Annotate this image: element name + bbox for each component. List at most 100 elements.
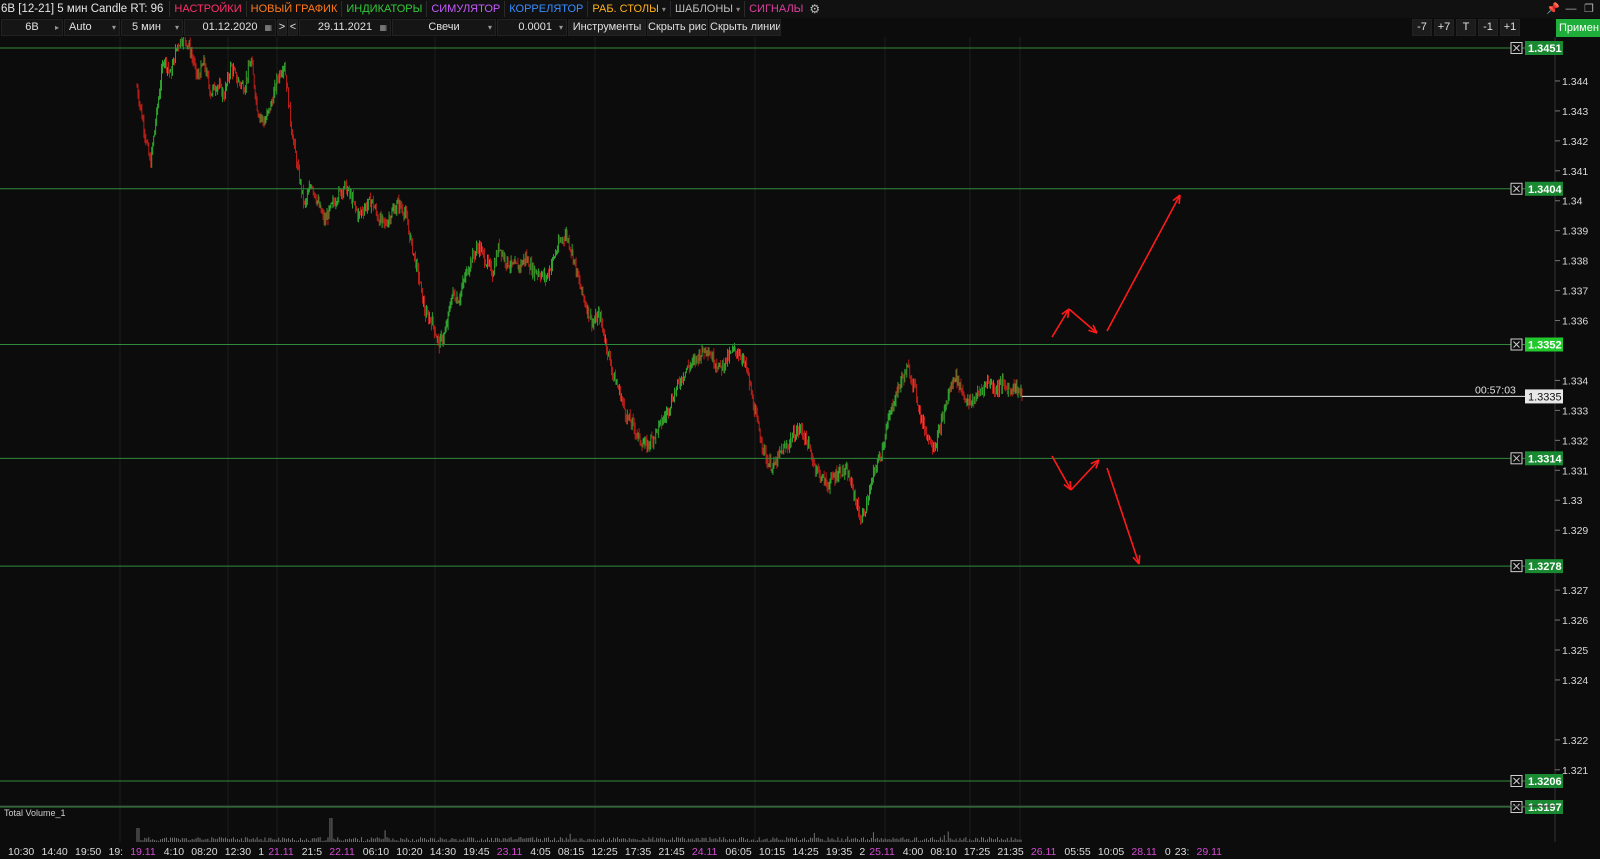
current-price-label: 1.3335 bbox=[1528, 391, 1562, 403]
time-axis-label: 05:55 bbox=[1064, 846, 1090, 858]
chevron-down-icon: ▾ bbox=[558, 23, 563, 32]
minimize-icon[interactable]: — bbox=[1562, 0, 1580, 18]
price-tick-label: 1.321 bbox=[1562, 765, 1588, 777]
time-axis-label: 1 bbox=[258, 846, 264, 858]
zoom-minus1-button[interactable]: -1 bbox=[1478, 19, 1498, 36]
time-axis-label: 12:25 bbox=[591, 846, 617, 858]
time-axis-label: 21:35 bbox=[997, 846, 1023, 858]
hide-lines-button[interactable]: Скрыть линии bbox=[709, 19, 781, 36]
price-tick-label: 1.331 bbox=[1562, 465, 1588, 477]
calendar-icon[interactable]: ▦ bbox=[264, 20, 272, 35]
tools-button[interactable]: Инструменты bbox=[568, 19, 646, 36]
level-price-label: 1.3197 bbox=[1528, 802, 1562, 814]
chevron-down-icon: ▾ bbox=[174, 23, 179, 32]
time-axis-date-label: 23.11 bbox=[497, 846, 523, 858]
price-tick-label: 1.334 bbox=[1562, 375, 1588, 387]
zoom-minus7-button[interactable]: -7 bbox=[1412, 19, 1432, 36]
zoom-plus7-button[interactable]: +7 bbox=[1434, 19, 1454, 36]
step-input[interactable]: 0.0001 ▾ bbox=[497, 19, 567, 36]
price-tick-label: 1.339 bbox=[1562, 226, 1588, 238]
volume-panel-label: Total Volume_1 bbox=[4, 808, 66, 818]
nav-next-button[interactable]: > bbox=[277, 19, 287, 36]
menu-indicators[interactable]: ИНДИКАТОРЫ bbox=[341, 1, 426, 17]
chevron-right-icon: ▸ bbox=[54, 23, 59, 32]
time-axis-label: 19:45 bbox=[463, 846, 489, 858]
level-price-label: 1.3352 bbox=[1528, 340, 1562, 352]
price-tick-label: 1.336 bbox=[1562, 316, 1588, 328]
nav-prev-button[interactable]: < bbox=[288, 19, 298, 36]
date-from-value: 01.12.2020 bbox=[202, 21, 258, 33]
time-axis-date-label: 21.11 bbox=[268, 846, 294, 858]
date-to-input[interactable]: 29.11.2021 ▦ bbox=[299, 19, 391, 36]
calendar-icon[interactable]: ▦ bbox=[379, 20, 387, 35]
time-axis-date-label: 26.11 bbox=[1031, 846, 1057, 858]
time-axis-date-label: 24.11 bbox=[692, 846, 718, 858]
time-axis-date-label: 28.11 bbox=[1131, 846, 1157, 858]
time-axis-label: 12:30 bbox=[225, 846, 251, 858]
chevron-down-icon: ▾ bbox=[487, 23, 492, 32]
scale-select[interactable]: Auto ▾ bbox=[64, 19, 120, 36]
level-price-label: 1.3314 bbox=[1528, 453, 1563, 465]
time-axis-date-label: 29.11 bbox=[1197, 846, 1223, 858]
menu-signals[interactable]: СИГНАЛЫ bbox=[744, 1, 807, 17]
hide-drawings-button[interactable]: Скрыть рис. bbox=[647, 19, 708, 36]
chart-header-bar: 6B [12-21] 5 мин Candle RT: 96 НАСТРОЙКИ… bbox=[0, 0, 1600, 18]
zoom-t-button[interactable]: T bbox=[1456, 19, 1476, 36]
chevron-down-icon: ▾ bbox=[661, 5, 666, 14]
apply-button[interactable]: Примен bbox=[1556, 19, 1600, 37]
level-close-icon[interactable] bbox=[1510, 775, 1523, 787]
time-axis-label: 08:10 bbox=[930, 846, 956, 858]
time-axis-date-label: 25.11 bbox=[869, 846, 895, 858]
date-from-input[interactable]: 01.12.2020 ▦ bbox=[184, 19, 276, 36]
chart-type-value: Свечи bbox=[428, 21, 460, 33]
level-close-icon[interactable] bbox=[1510, 338, 1523, 351]
price-tick-label: 1.34 bbox=[1562, 196, 1583, 208]
symbol-select[interactable]: 6B ▸ bbox=[1, 19, 63, 36]
price-tick-label: 1.344 bbox=[1562, 76, 1588, 88]
level-close-icon[interactable] bbox=[1510, 560, 1523, 573]
time-axis-label: 19:35 bbox=[826, 846, 852, 858]
time-axis-label: 19: bbox=[109, 846, 124, 858]
price-tick-label: 1.322 bbox=[1562, 735, 1588, 747]
level-close-icon[interactable] bbox=[1510, 182, 1523, 195]
time-axis-label: 10:15 bbox=[759, 846, 785, 858]
pin-icon[interactable]: 📌 bbox=[1544, 0, 1562, 18]
level-price-label: 1.3451 bbox=[1528, 43, 1562, 55]
timeframe-value: 5 мин bbox=[132, 21, 161, 33]
level-close-icon[interactable] bbox=[1510, 801, 1523, 813]
time-axis-label: 2 bbox=[859, 846, 865, 858]
chart-toolbar: 6B ▸ Auto ▾ 5 мин ▾ 01.12.2020 ▦ > < 29.11.2… bbox=[0, 18, 1600, 37]
chart-background bbox=[0, 37, 1600, 859]
time-axis-label: 4:00 bbox=[903, 846, 924, 858]
level-close-icon[interactable] bbox=[1510, 452, 1523, 465]
gear-icon[interactable]: ⚙ bbox=[809, 2, 820, 16]
price-tick-label: 1.325 bbox=[1562, 645, 1588, 657]
menu-workspaces[interactable]: РАБ. СТОЛЫ ▾ bbox=[587, 1, 670, 17]
menu-settings[interactable]: НАСТРОЙКИ bbox=[169, 1, 245, 17]
menu-new-chart[interactable]: НОВЫЙ ГРАФИК bbox=[245, 1, 342, 17]
price-chart[interactable]: 1.344 1.343 1.342 1.341 1.34 1.339 1.338 1.337 1… bbox=[0, 37, 1600, 859]
price-tick-label: 1.327 bbox=[1562, 585, 1588, 597]
zoom-plus1-button[interactable]: +1 bbox=[1500, 19, 1520, 36]
time-axis-label: 23: bbox=[1175, 846, 1190, 858]
time-axis-label: 10:05 bbox=[1098, 846, 1124, 858]
menu-templates[interactable]: ШАБЛОНЫ ▾ bbox=[669, 1, 744, 17]
menu-correlator[interactable]: КОРРЕЛЯТОР bbox=[504, 1, 587, 17]
level-close-icon[interactable] bbox=[1510, 42, 1523, 54]
time-axis-label: 06:10 bbox=[363, 846, 389, 858]
time-axis-label: 0 bbox=[1165, 846, 1171, 858]
price-tick-label: 1.341 bbox=[1562, 166, 1588, 178]
time-axis-date-label: 19.11 bbox=[130, 846, 156, 858]
level-price-label: 1.3278 bbox=[1528, 561, 1562, 573]
symbol-value: 6B bbox=[25, 21, 39, 33]
price-tick-label: 1.33 bbox=[1562, 495, 1583, 507]
time-axis-label: 4:05 bbox=[530, 846, 551, 858]
time-axis-label: 19:50 bbox=[75, 846, 101, 858]
time-axis-label: 14:40 bbox=[42, 846, 68, 858]
time-axis-label: 17:35 bbox=[625, 846, 651, 858]
timeframe-select[interactable]: 5 мин ▾ bbox=[121, 19, 183, 36]
menu-simulator[interactable]: СИМУЛЯТОР bbox=[426, 1, 504, 17]
chart-type-select[interactable]: Свечи ▾ bbox=[392, 19, 496, 36]
restore-icon[interactable]: ❐ bbox=[1580, 0, 1598, 18]
time-axis-label: 14:30 bbox=[430, 846, 456, 858]
